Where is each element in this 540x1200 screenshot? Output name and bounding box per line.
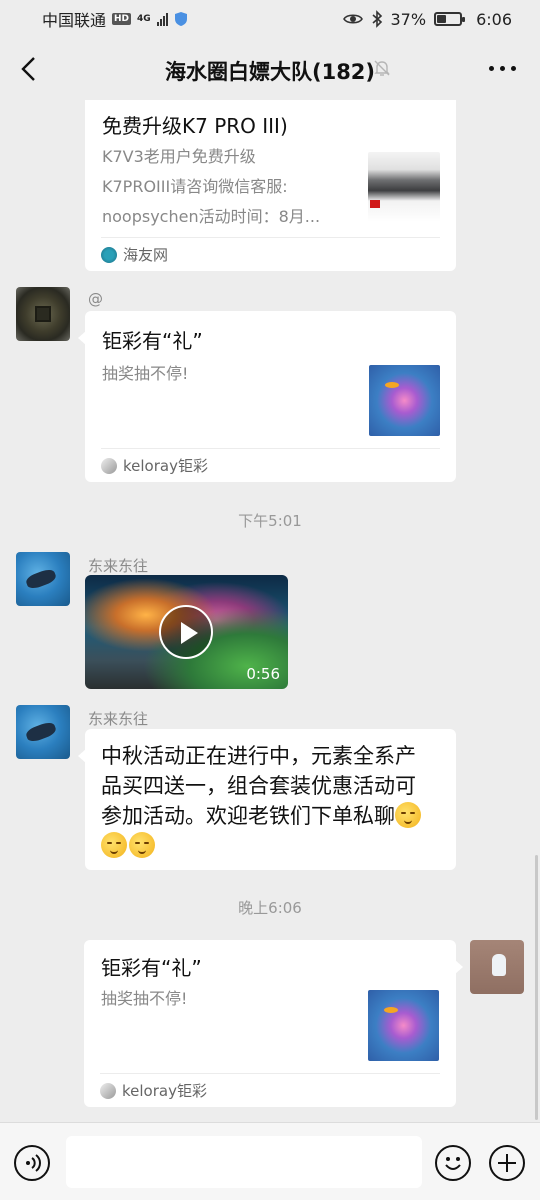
card-thumbnail [368,990,439,1061]
text-message[interactable]: 中秋活动正在进行中，元素全系产 品买四送一，组合套装优惠活动可 参加活动。欢迎老… [78,729,456,870]
card-description: 抽奖抽不停! [101,989,188,1008]
card-source: 海友网 [101,237,440,271]
message-line: 中秋活动正在进行中，元素全系产 [101,744,416,768]
thumb-fish [384,1007,398,1013]
card-source-name: keloray钜彩 [123,457,208,475]
card-desc-line: K7PROIII请咨询微信客服: [102,177,288,196]
haiyou-logo-icon [101,246,117,263]
eye-icon [342,14,363,24]
bluetooth-icon [371,10,382,28]
smirk-emoji-icon [101,832,127,858]
sender-name: @ [88,290,103,308]
battery-fill [437,15,446,23]
status-bar: 中国联通 HD 4G 37% 6:06 [0,0,540,38]
smiley-face-icon [445,1157,461,1170]
avatar-figure [492,954,506,976]
timestamp: 晚上6:06 [238,899,302,917]
avatar-coin-hole [35,306,51,322]
emoji-icon[interactable] [435,1145,471,1181]
battery-percent: 37% [390,9,427,29]
voice-icon[interactable] [14,1145,50,1181]
card-thumbnail [368,152,440,222]
more-dots-icon[interactable] [489,66,516,71]
timestamp: 下午5:01 [238,512,302,530]
network-gen-label: 4G [137,13,151,24]
plus-icon[interactable] [489,1145,525,1181]
message-line [101,831,440,861]
plus-cross-icon [498,1154,516,1172]
avatar[interactable] [16,552,70,606]
clock: 6:06 [476,9,512,29]
carrier-label: 中国联通 [42,11,107,30]
card-description: 抽奖抽不停! [102,364,189,383]
card-thumbnail [369,365,440,436]
hd-badge: HD [112,13,132,25]
card-title: 钜彩有“礼” [101,956,202,980]
play-icon[interactable] [159,605,213,659]
message-input[interactable] [66,1136,422,1188]
card-source-name: 海友网 [123,246,169,264]
chat-header: 海水圈白嫖大队(182) [0,38,540,100]
card-desc-line: K7V3老用户免费升级 [102,147,256,166]
link-card-keloray[interactable]: 钜彩有“礼” 抽奖抽不停! keloray钜彩 [78,311,456,482]
shield-icon [174,12,187,26]
card-source-name: keloray钜彩 [122,1082,207,1100]
card-desc-line: noopsychen活动时间：8月... [102,207,321,226]
avatar[interactable] [16,287,70,341]
battery-icon [434,12,466,26]
message-line-text: 参加活动。欢迎老铁们下单私聊 [101,804,395,828]
message-list[interactable]: 免费升级K7 PRO III) K7V3老用户免费升级 K7PROIII请咨询微… [0,100,540,1122]
voice-waves-icon [26,1154,41,1172]
video-duration: 0:56 [246,665,280,683]
keloray-logo-icon [101,457,117,474]
card-source: keloray钜彩 [100,1073,440,1107]
card-title: 钜彩有“礼” [102,329,203,353]
smirk-emoji-icon [129,832,155,858]
card-description: K7V3老用户免费升级 K7PROIII请咨询微信客服: noopsychen活… [102,142,352,232]
mute-bell-icon [374,60,390,76]
sender-name: 东来东往 [88,557,149,575]
card-title: 免费升级K7 PRO III) [102,114,288,138]
chat-title: 海水圈白嫖大队(182) [164,60,376,84]
avatar-diver [24,720,58,744]
keloray-logo-icon [100,1082,116,1099]
thumb-logo [370,200,380,208]
input-bar [0,1122,540,1200]
smirk-emoji-icon [395,802,421,828]
avatar[interactable] [16,705,70,759]
card-source: keloray钜彩 [101,448,440,482]
message-line: 参加活动。欢迎老铁们下单私聊 [101,801,440,831]
thumb-fish [385,382,399,388]
signal-icon [156,12,168,26]
scrollbar[interactable] [535,855,538,1120]
message-line: 品买四送一，组合套装优惠活动可 [101,774,416,798]
avatar[interactable] [470,940,524,994]
avatar-diver [24,567,58,591]
video-message[interactable]: 0:56 [85,575,288,689]
link-card-keloray-own[interactable]: 钜彩有“礼” 抽奖抽不停! keloray钜彩 [84,940,463,1107]
link-card-haiyou[interactable]: 免费升级K7 PRO III) K7V3老用户免费升级 K7PROIII请咨询微… [85,100,456,271]
sender-name: 东来东往 [88,710,149,728]
